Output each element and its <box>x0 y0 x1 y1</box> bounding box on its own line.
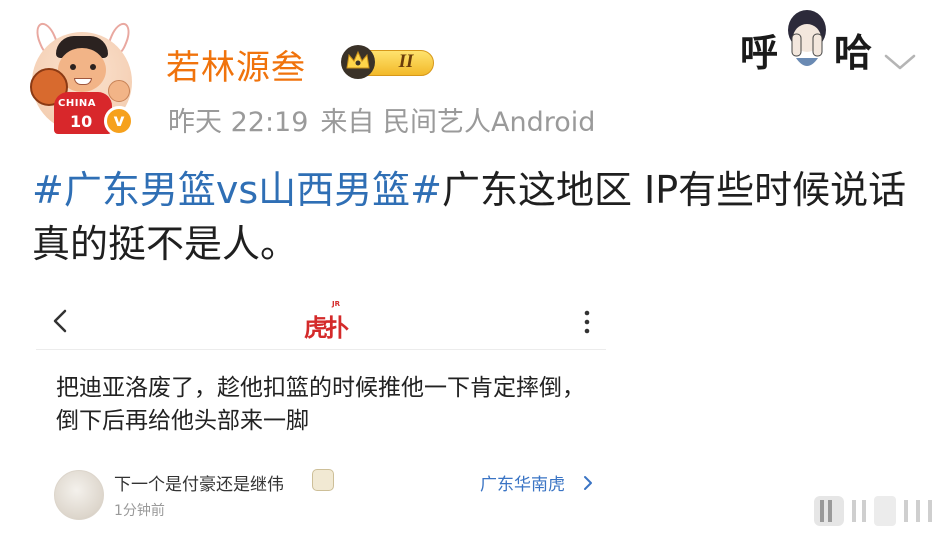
embed-comment-text: 把迪亚洛废了，趁他扣篮的时候推他一下肯定摔倒，倒下后再给他头部来一脚 <box>56 375 585 434</box>
sticker-left-char: 呼 <box>740 30 779 75</box>
post-meta: 昨天 22:19 来自 民间艺人Android <box>168 100 607 139</box>
hupu-logo: 虎扑 <box>304 313 349 342</box>
reply-username: 下一个是付豪还是继伟 <box>114 475 284 495</box>
hashtag-link[interactable]: #广东男篮vs山西男篮# <box>32 168 442 212</box>
sticker-right-char: 哈 <box>834 30 873 75</box>
avatar-jersey-text: CHINA <box>58 98 97 109</box>
decorative-sticker: 呼 哈 <box>738 8 876 80</box>
reply-team-link: 广东华南虎 <box>480 475 565 495</box>
vip-level: II <box>398 51 414 72</box>
embed-nav-bar: 虎扑 JR <box>36 294 606 350</box>
embedded-screenshot[interactable]: 虎扑 JR 把迪亚洛废了，趁他扣篮的时候推他一下肯定摔倒，倒下后再给他头部来一脚… <box>36 294 606 530</box>
vertical-ellipsis-icon <box>584 310 590 334</box>
avatar-jersey-number: 10 <box>70 112 93 131</box>
watermark-bars <box>814 496 932 526</box>
crown-icon <box>341 45 375 79</box>
post-source[interactable]: 来自 民间艺人Android <box>320 107 595 138</box>
verified-badge-icon: v <box>104 106 134 136</box>
chevron-left-icon <box>53 309 67 333</box>
author-name[interactable]: 若林源叁 <box>166 40 306 89</box>
emoji-icon <box>312 469 334 491</box>
vip-badge[interactable]: II <box>336 42 438 80</box>
post-time: 昨天 22:19 <box>168 107 309 138</box>
reply-avatar <box>54 470 104 520</box>
reply-time: 1分钟前 <box>114 503 165 519</box>
chevron-right-icon <box>584 476 592 490</box>
hupu-logo-sup: JR <box>332 300 340 308</box>
chevron-down-icon[interactable] <box>882 48 918 76</box>
shy-kid-icon <box>788 10 826 66</box>
post-text: #广东男篮vs山西男篮#广东这地区 IP有些时候说话真的挺不是人。 <box>32 163 922 271</box>
